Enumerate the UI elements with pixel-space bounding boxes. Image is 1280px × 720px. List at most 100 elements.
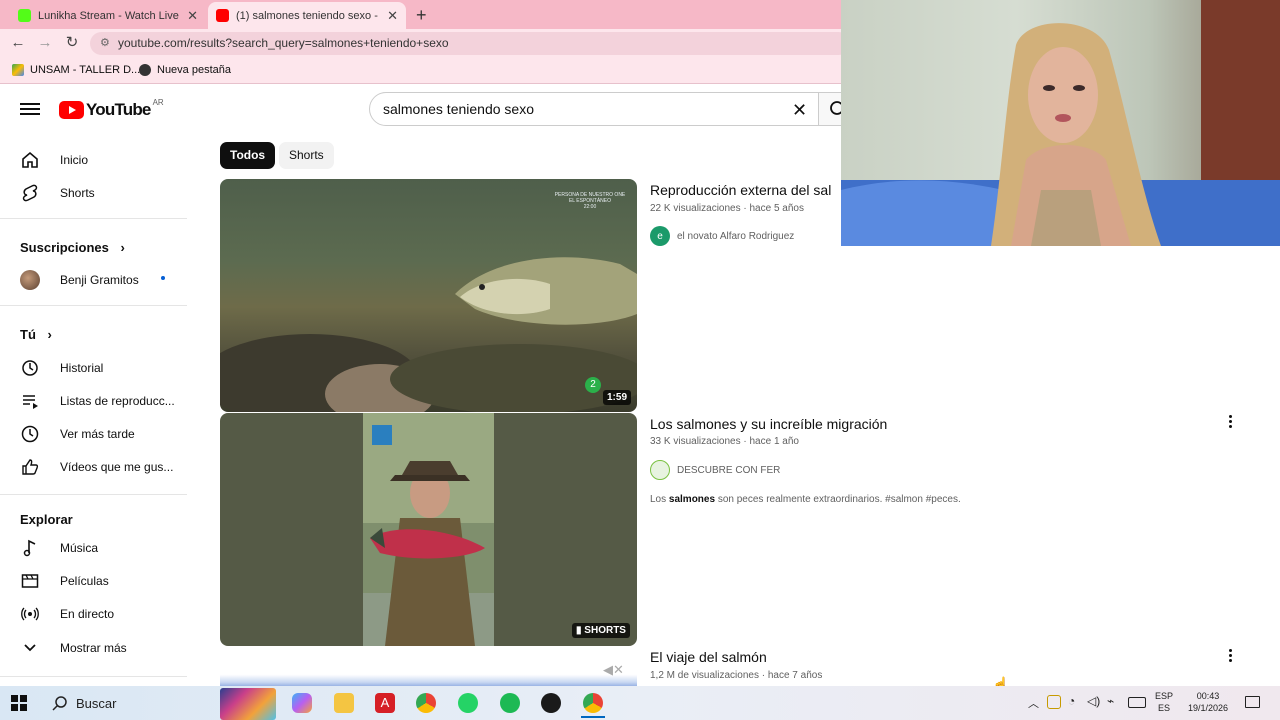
- chrome-icon[interactable]: [416, 693, 436, 713]
- shorts-badge-label: SHORTS: [584, 625, 626, 636]
- video-thumbnail[interactable]: PERSONA DE NUESTRO ONE EL ESPONTÁNEO 22:…: [220, 179, 637, 412]
- sidebar-item-shorts[interactable]: Shorts: [20, 183, 95, 203]
- country-code: AR: [152, 97, 164, 107]
- globe-icon: [139, 64, 151, 76]
- spotify-icon[interactable]: [500, 693, 520, 713]
- bookmark-new-tab[interactable]: Nueva pestaña: [139, 64, 231, 76]
- channel-name: DESCUBRE CON FER: [677, 464, 781, 476]
- copilot-icon[interactable]: [292, 693, 312, 713]
- new-tab-button[interactable]: +: [416, 5, 427, 26]
- sidebar-item-music[interactable]: Música: [20, 538, 98, 558]
- sidebar-item-label: Listas de reproducc...: [60, 394, 175, 408]
- power-icon[interactable]: ⌁: [1107, 694, 1114, 708]
- sidebar-item-label: Shorts: [60, 186, 95, 200]
- windows-start-icon[interactable]: [11, 695, 27, 711]
- description-highlight: salmones: [668, 494, 716, 505]
- site-info-icon[interactable]: ⚙: [100, 32, 110, 55]
- clock[interactable]: 00:43 19/1/2026: [1182, 690, 1234, 714]
- subscriptions-title[interactable]: Suscripciones ›: [20, 240, 125, 255]
- avatar: [20, 270, 40, 290]
- forward-icon[interactable]: →: [35, 33, 55, 53]
- clock-icon: [20, 424, 40, 444]
- more-actions-icon[interactable]: [1222, 411, 1238, 431]
- mute-icon[interactable]: ◀✕: [603, 662, 624, 678]
- video-title[interactable]: Los salmones y su increíble migración: [650, 416, 887, 432]
- sidebar-item-benji-gramitos[interactable]: Benji Gramitos: [20, 270, 170, 290]
- volume-icon[interactable]: ◁): [1087, 694, 1100, 708]
- whatsapp-icon[interactable]: [458, 693, 478, 713]
- channel-link[interactable]: e el novato Alfaro Rodriguez: [650, 226, 794, 246]
- taskbar-search-box[interactable]: Buscar: [42, 686, 218, 720]
- video-meta: 33 K visualizaciones · hace 1 año: [650, 436, 799, 447]
- sidebar-item-label: Películas: [60, 574, 109, 588]
- close-tab-icon[interactable]: ✕: [387, 8, 398, 24]
- file-explorer-icon[interactable]: [334, 693, 354, 713]
- video-meta: 1,2 M de visualizaciones · hace 7 años: [650, 670, 823, 681]
- history-icon: [20, 358, 40, 378]
- video-thumbnail[interactable]: ◀✕: [220, 648, 637, 686]
- shorts-icon: [20, 183, 40, 203]
- video-thumbnail[interactable]: ▮ SHORTS: [220, 413, 637, 646]
- browser-tab-youtube[interactable]: (1) salmones teniendo sexo - YouTube ✕: [208, 2, 406, 29]
- tray-overflow-icon[interactable]: ︿: [1028, 695, 1039, 711]
- chip-shorts[interactable]: Shorts: [279, 142, 334, 169]
- you-title[interactable]: Tú ›: [20, 327, 52, 342]
- sidebar-item-live[interactable]: En directo: [20, 604, 114, 624]
- channel-name: el novato Alfaro Rodriguez: [677, 230, 795, 242]
- live-icon: [20, 604, 40, 624]
- chip-todos[interactable]: Todos: [220, 142, 276, 169]
- channel-avatar: e: [650, 226, 670, 246]
- search-input[interactable]: salmones teniendo sexo: [369, 92, 819, 126]
- youtube-logo[interactable]: YouTube AR: [59, 97, 164, 120]
- thumbs-up-icon: [20, 457, 40, 477]
- more-actions-icon[interactable]: [1222, 645, 1238, 665]
- sidebar-item-label: Ver más tarde: [60, 427, 135, 441]
- video-title[interactable]: Reproducción externa del sal: [650, 182, 831, 198]
- address-bar[interactable]: ⚙ youtube.com/results?search_query=salmo…: [90, 32, 850, 55]
- sidebar-item-inicio[interactable]: Inicio: [20, 150, 88, 170]
- sidebar-item-label: En directo: [60, 607, 115, 621]
- security-tray-icon[interactable]: [1047, 695, 1061, 709]
- film-icon: [20, 571, 40, 591]
- widgets-icon[interactable]: [220, 688, 276, 720]
- clear-search-icon[interactable]: ✕: [792, 100, 807, 121]
- video-title[interactable]: El viaje del salmón: [650, 649, 767, 665]
- sidebar-item-watch-later[interactable]: Ver más tarde: [20, 424, 135, 444]
- chrome-profile-icon[interactable]: [583, 693, 603, 713]
- acrobat-icon[interactable]: A: [375, 693, 395, 713]
- notifications-icon[interactable]: [1245, 696, 1260, 708]
- wifi-icon[interactable]: ◔: [1068, 694, 1075, 708]
- sidebar-item-playlists[interactable]: Listas de reproducc...: [20, 391, 175, 411]
- explore-title: Explorar: [20, 512, 73, 527]
- back-icon[interactable]: ←: [8, 33, 28, 53]
- sidebar-item-historial[interactable]: Historial: [20, 358, 103, 378]
- music-icon: [20, 538, 40, 558]
- keyboard-icon[interactable]: [1128, 697, 1146, 708]
- bookmark-label: UNSAM - TALLER D...: [30, 64, 141, 76]
- sidebar-item-label: Historial: [60, 361, 104, 375]
- menu-icon[interactable]: [20, 100, 40, 118]
- obs-icon[interactable]: [541, 693, 561, 713]
- close-tab-icon[interactable]: ✕: [187, 8, 198, 24]
- input-language[interactable]: ESP ES: [1152, 690, 1176, 714]
- channel-link[interactable]: DESCUBRE CON FER: [650, 460, 780, 480]
- bookmark-unsam[interactable]: UNSAM - TALLER D...: [12, 64, 140, 76]
- sidebar-item-label: Mostrar más: [60, 641, 127, 655]
- sidebar-show-more[interactable]: Mostrar más: [20, 638, 127, 658]
- reload-icon[interactable]: ↻: [62, 33, 82, 53]
- kick-favicon-icon: [18, 9, 31, 22]
- sidebar-item-movies[interactable]: Películas: [20, 571, 109, 591]
- sidebar-item-label: Vídeos que me gus...: [60, 460, 174, 474]
- thumbnail-overlay-text: PERSONA DE NUESTRO ONE EL ESPONTÁNEO 22:…: [554, 192, 626, 210]
- logo-text: YouTube: [86, 100, 151, 119]
- short-thumbnail-art: [363, 413, 494, 646]
- sidebar-item-liked-videos[interactable]: Vídeos que me gus...: [20, 457, 173, 477]
- description-text: Los: [650, 494, 669, 505]
- sidebar-divider: [0, 494, 187, 495]
- webcam-overlay: [841, 0, 1280, 246]
- home-icon: [20, 150, 40, 170]
- drive-icon: [12, 64, 24, 76]
- bookmark-label: Nueva pestaña: [157, 64, 231, 76]
- browser-tab-kick[interactable]: Lunikha Stream - Watch Live on Kick ✕: [10, 2, 206, 29]
- chevron-right-icon: ›: [120, 240, 125, 255]
